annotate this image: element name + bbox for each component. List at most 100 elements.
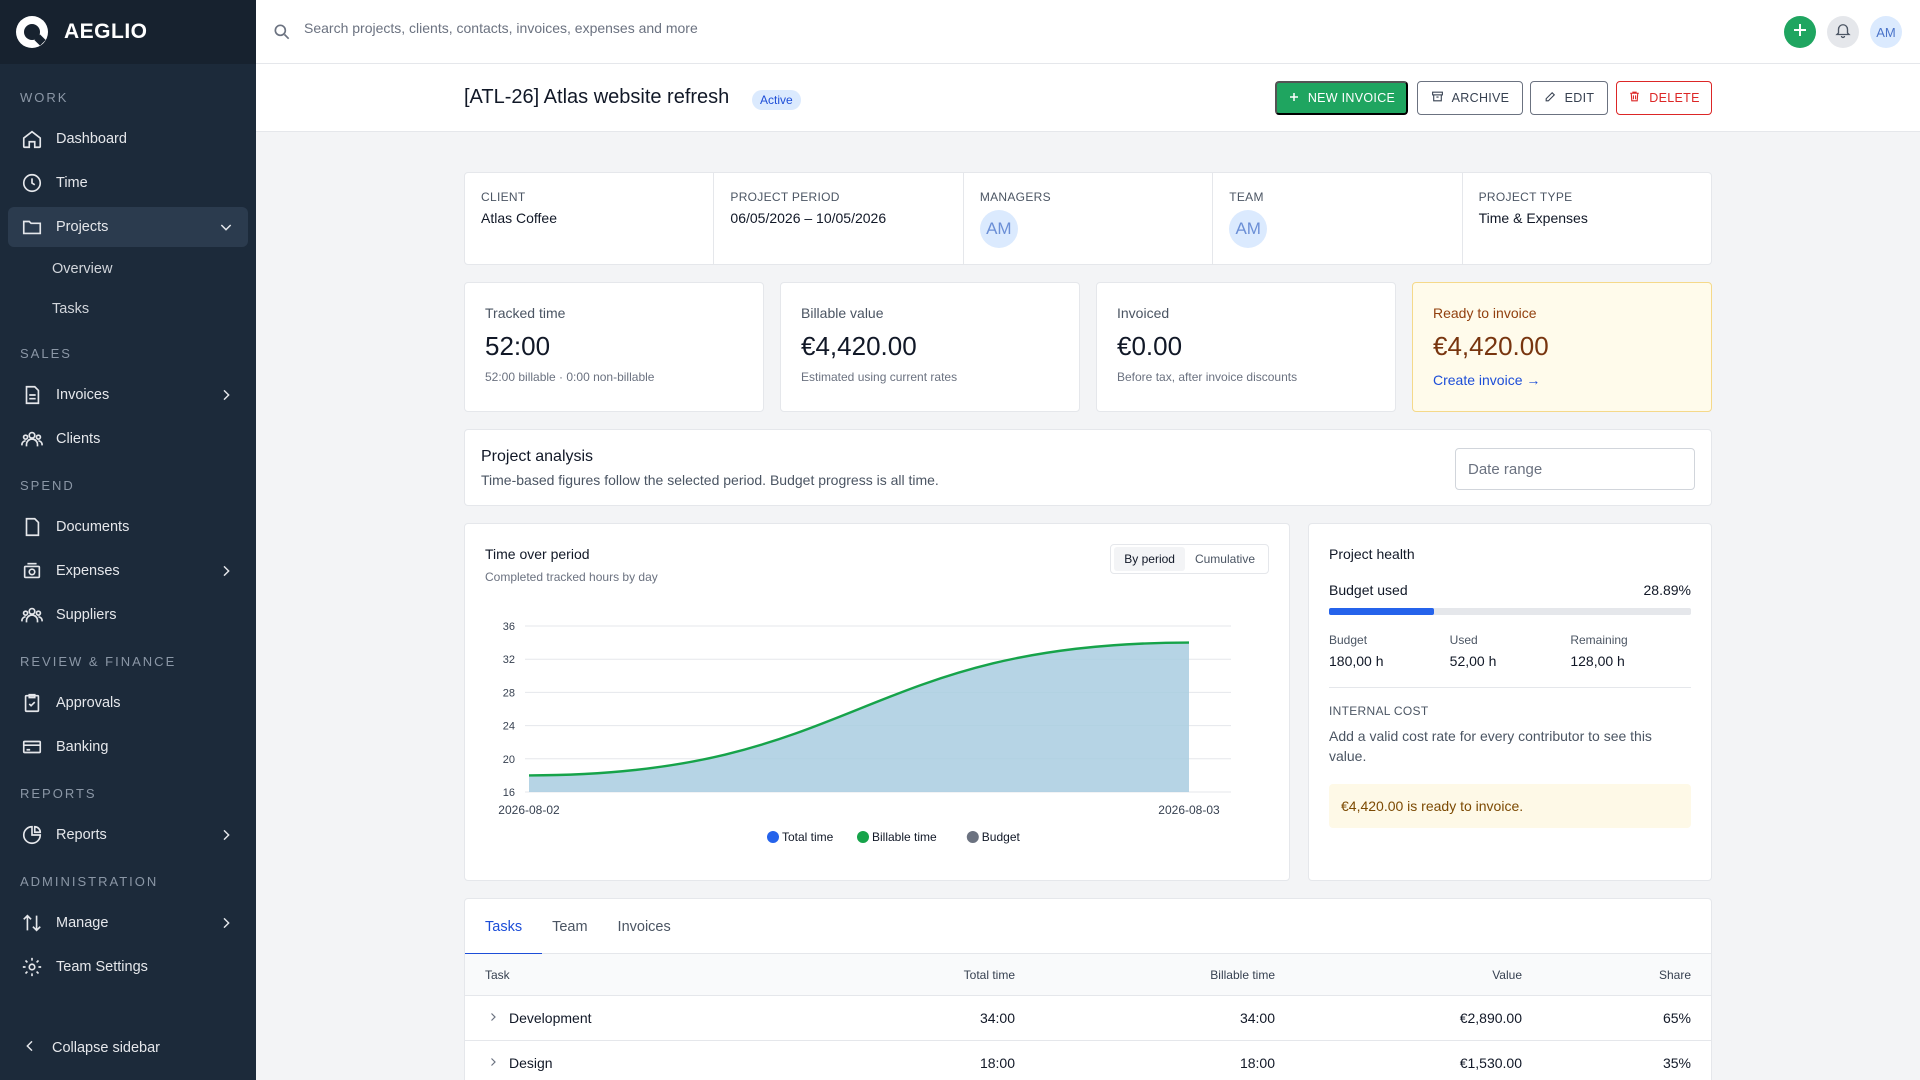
col-task[interactable]: Task [485, 968, 510, 982]
notifications-button[interactable] [1827, 16, 1859, 48]
users-icon [20, 427, 44, 451]
metric-remaining: Remaining 128,00 h [1570, 633, 1691, 669]
stat-value: €0.00 [1117, 331, 1183, 361]
stat-label: Tracked time [485, 305, 566, 321]
create-invoice-link[interactable]: Create invoice → [1433, 372, 1540, 388]
health-title: Project health [1329, 546, 1415, 562]
sidebar-item-label: Projects [56, 219, 109, 235]
sidebar-item-label: Invoices [56, 387, 110, 403]
search-icon [272, 22, 292, 47]
plus-icon [1791, 21, 1809, 44]
card-icon [20, 735, 44, 759]
sidebar-item-projects[interactable]: Projects [8, 207, 248, 247]
budget-metrics: Budget 180,00 h Used 52,00 h Remaining 1… [1329, 633, 1691, 669]
x-tick-label: 2026-08-03 [1158, 803, 1220, 817]
delete-button[interactable]: DELETE [1616, 81, 1712, 115]
topbar: AM [256, 0, 1920, 64]
toggle-by-period[interactable]: By period [1114, 547, 1185, 571]
sidebar-item-team-settings[interactable]: Team Settings [8, 947, 248, 987]
sidebar-item-label: Expenses [56, 563, 120, 579]
sidebar-item-label: Manage [56, 915, 109, 931]
manager-avatar[interactable]: AM [979, 210, 1018, 248]
budget-used-value: 28.89% [1643, 582, 1691, 598]
tab-tasks[interactable]: Tasks [464, 899, 543, 955]
tab-invoices[interactable]: Invoices [618, 899, 691, 954]
billable-value-card: Billable value €4,420.00 Estimated using… [780, 282, 1080, 412]
managers-label: MANAGERS [979, 190, 1051, 204]
project-health-card: Project health Budget used 28.89% Budget… [1308, 523, 1712, 881]
sidebar-subitem-tasks[interactable]: Tasks [52, 301, 89, 317]
avatar[interactable]: AM [1870, 16, 1902, 48]
sidebar-item-label: Suppliers [56, 607, 117, 623]
stat-value: 52:00 [485, 331, 551, 361]
project-type-label: PROJECT TYPE [1478, 190, 1573, 204]
edit-button[interactable]: EDIT [1530, 81, 1608, 115]
date-range-input[interactable] [1455, 448, 1695, 490]
sidebar-item-manage[interactable]: Manage [8, 903, 248, 943]
client-value[interactable]: Atlas Coffee [481, 210, 697, 226]
stat-value: €4,420.00 [1433, 331, 1549, 361]
project-period-value: 06/05/2026 – 10/05/2026 [730, 210, 887, 226]
x-tick-label: 2026-08-02 [498, 803, 560, 817]
add-button[interactable] [1784, 16, 1816, 48]
gear-icon [20, 955, 44, 979]
new-invoice-button[interactable]: NEW INVOICE [1275, 81, 1408, 115]
stat-sub: Before tax, after invoice discounts [1117, 370, 1298, 384]
pencil-icon [1544, 90, 1557, 106]
brand[interactable]: AEGLIO [0, 0, 256, 64]
budget-progress-bar [1329, 608, 1691, 615]
archive-button[interactable]: ARCHIVE [1417, 81, 1523, 115]
expand-row-icon[interactable] [487, 1055, 499, 1071]
task-billable: 18:00 [1239, 1055, 1275, 1071]
plus-icon [1288, 91, 1300, 106]
sort-icon [20, 911, 44, 935]
col-value[interactable]: Value [1492, 968, 1522, 982]
sidebar-item-time[interactable]: Time [8, 163, 248, 203]
task-value: €1,530.00 [1459, 1055, 1522, 1071]
sidebar-item-approvals[interactable]: Approvals [8, 683, 248, 723]
sidebar-item-documents[interactable]: Documents [8, 507, 248, 547]
sidebar-item-banking[interactable]: Banking [8, 727, 248, 767]
y-tick-label: 16 [503, 787, 515, 799]
task-name: Development [509, 1010, 592, 1026]
toggle-cumulative[interactable]: Cumulative [1185, 547, 1265, 571]
sidebar-item-dashboard[interactable]: Dashboard [8, 119, 248, 159]
collapse-sidebar-button[interactable]: Collapse sidebar [22, 1038, 160, 1058]
table-row[interactable]: Development 34:00 34:00 €2,890.00 65% [465, 996, 1711, 1041]
clipboard-check-icon [20, 691, 44, 715]
sidebar: AEGLIO Work Dashboard Time Projects Over… [0, 0, 256, 1080]
col-billable-time[interactable]: Billable time [1210, 968, 1275, 982]
search-input[interactable] [304, 20, 1004, 36]
internal-cost-text: Add a valid cost rate for every contribu… [1329, 728, 1652, 764]
sidebar-item-expenses[interactable]: Expenses [8, 551, 248, 591]
col-share[interactable]: Share [1659, 968, 1691, 982]
sidebar-item-invoices[interactable]: Invoices [8, 375, 248, 415]
tab-team[interactable]: Team [552, 899, 607, 954]
budget-used-row: Budget used 28.89% [1329, 582, 1691, 598]
folder-icon [20, 215, 44, 239]
table-row[interactable]: Design 18:00 18:00 €1,530.00 35% [465, 1041, 1711, 1080]
sidebar-item-label: Documents [56, 519, 130, 535]
new-invoice-label: NEW INVOICE [1307, 91, 1396, 105]
tasks-card: Tasks Team Invoices Task Total time Bill… [464, 898, 1712, 1080]
task-share: 35% [1662, 1055, 1691, 1071]
sidebar-item-clients[interactable]: Clients [8, 419, 248, 459]
section-administration: Administration [20, 874, 159, 889]
table-header: Task Total time Billable time Value Shar… [465, 954, 1711, 996]
section-work: Work [20, 90, 69, 105]
stat-sub: Estimated using current rates [801, 370, 958, 384]
bell-icon [1834, 21, 1852, 44]
expand-row-icon[interactable] [487, 1010, 499, 1026]
sidebar-item-suppliers[interactable]: Suppliers [8, 595, 248, 635]
divider [1329, 687, 1691, 688]
project-period-label: PROJECT PERIOD [730, 190, 840, 204]
project-type-cell: PROJECT TYPE Time & Expenses [1463, 173, 1711, 264]
sidebar-item-reports[interactable]: Reports [8, 815, 248, 855]
team-avatar[interactable]: AM [1229, 210, 1268, 248]
status-badge: Active [752, 90, 801, 110]
chevron-right-icon [218, 827, 234, 847]
col-total-time[interactable]: Total time [964, 968, 1015, 982]
y-tick-label: 28 [503, 687, 515, 699]
delete-label: DELETE [1649, 91, 1700, 105]
sidebar-subitem-overview[interactable]: Overview [52, 261, 112, 277]
